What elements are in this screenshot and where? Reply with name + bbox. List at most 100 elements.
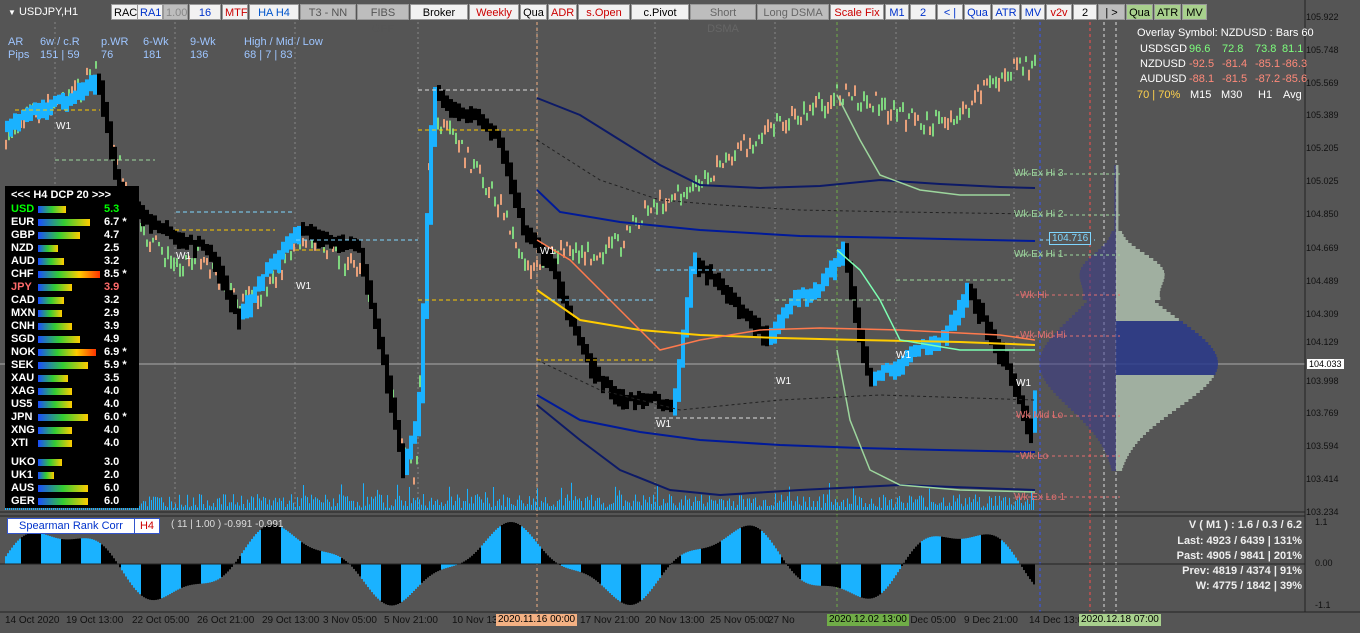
toolbar-button-adr[interactable]: ADR (548, 4, 577, 20)
toolbar-button-m1[interactable]: M1 (885, 4, 909, 20)
price-tick: 105.205 (1306, 143, 1339, 153)
overlay-symbol: AUDUSD (1140, 73, 1187, 85)
spearman-bar (263, 527, 265, 564)
spearman-params: ( 11 | 1.00 ) -0.991 -0.991 (171, 519, 284, 530)
toolbar-button-2[interactable]: 2 (910, 4, 936, 20)
toolbar-button-t3-nn[interactable]: T3 - NN (300, 4, 356, 20)
spearman-bar (131, 564, 133, 586)
overlay-value: -85.1 (1255, 58, 1281, 70)
ha-candle (773, 321, 777, 344)
spearman-bar (895, 564, 897, 576)
spearman-bar (105, 548, 107, 564)
toolbar-button-mv[interactable]: MV (1182, 4, 1207, 20)
spearman-bar (185, 564, 187, 587)
spearman-bar (71, 539, 73, 564)
toolbar-button-16[interactable]: 16 (189, 4, 221, 20)
volume-bar (141, 503, 142, 510)
toolbar-button-qua[interactable]: Qua (964, 4, 991, 20)
spearman-bar (967, 537, 969, 564)
overlay-footer-avg[interactable]: Avg (1283, 89, 1302, 101)
volume-bar (529, 496, 530, 510)
price-tick: 105.748 (1306, 45, 1339, 55)
triangle-down-icon: ▼ (8, 8, 16, 17)
volume-profile-bar (1114, 189, 1116, 192)
volume-bar (195, 504, 196, 510)
ha-candle (497, 130, 501, 148)
dcp-header[interactable]: <<< H4 DCP 20 >>> (11, 189, 145, 202)
volume-bar (367, 496, 368, 510)
toolbar-button-2[interactable]: 2 (1073, 4, 1097, 20)
toolbar-button-broker[interactable]: Broker (410, 4, 468, 20)
ha-candle (869, 367, 873, 387)
overlay-footer-h1[interactable]: H1 (1258, 89, 1272, 101)
spearman-bar (595, 564, 597, 581)
volume-profile-bar (1070, 408, 1116, 411)
toolbar-button-mtf[interactable]: MTF (222, 4, 248, 20)
ha-candle (37, 102, 41, 120)
dcp-value: 6.7 * (104, 216, 127, 228)
toolbar-button-qua[interactable]: Qua (520, 4, 547, 20)
volume-bar (699, 501, 700, 510)
volume-bar (765, 499, 766, 510)
price-candle (1016, 57, 1018, 71)
dcp-currency: SEK (11, 359, 34, 371)
spearman-bar (357, 564, 359, 574)
spearman-bar (43, 534, 45, 564)
spearman-bar (367, 564, 369, 588)
toolbar-button-fibs-off[interactable]: FIBS OFF (357, 4, 409, 35)
time-tick: 29 Oct 13:00 (262, 615, 320, 626)
ha-candle (493, 125, 497, 139)
toolbar-button-v2v[interactable]: v2v (1046, 4, 1072, 20)
volume-bar (341, 484, 342, 510)
volume-stat-last: Last: 4923 / 6439 | 131% (1177, 535, 1302, 547)
toolbar-button-atr[interactable]: ATR (1154, 4, 1181, 20)
toolbar-button-ra1[interactable]: RA1 (137, 4, 163, 20)
price-candle (836, 84, 838, 89)
toolbar-button-weekly[interactable]: Weekly (469, 4, 519, 20)
volume-bar (865, 503, 866, 510)
spearman-title[interactable]: Spearman Rank Corr (7, 518, 135, 534)
toolbar-button-[interactable]: < | (937, 4, 963, 20)
volume-bar (413, 497, 414, 510)
volume-bar (853, 486, 854, 510)
overlay-footer-m30[interactable]: M30 (1221, 89, 1242, 101)
toolbar-button-mv[interactable]: MV (1021, 4, 1045, 20)
spearman-bar (923, 539, 925, 564)
toolbar-button-atr[interactable]: ATR (992, 4, 1020, 20)
volume-bar (573, 500, 574, 510)
volume-bar (837, 502, 838, 510)
overlay-footer-m15[interactable]: M15 (1190, 89, 1211, 101)
volume-profile-bar (1104, 450, 1116, 453)
ha-candle (153, 215, 157, 230)
volume-bar (1011, 504, 1012, 510)
toolbar-button-short-dsma[interactable]: Short DSMA (690, 4, 756, 35)
price-candle (959, 107, 961, 121)
spearman-bar (89, 538, 91, 564)
toolbar-button-s-open[interactable]: s.Open (578, 4, 630, 20)
spearman-tf[interactable]: H4 (134, 518, 160, 534)
spearman-bar (341, 558, 343, 564)
spearman-bar (585, 564, 587, 575)
toolbar-button-long-dsma[interactable]: Long DSMA (757, 4, 829, 20)
spearman-bar (603, 564, 605, 588)
ha-candle (949, 314, 953, 331)
toolbar-button-scale-fix[interactable]: Scale Fix (830, 4, 884, 20)
spearman-bar (525, 529, 527, 564)
toolbar-button-1-00[interactable]: 1.00 (163, 4, 188, 20)
toolbar-button-ha-h4[interactable]: HA H4 (249, 4, 299, 20)
spearman-bar (913, 548, 915, 564)
volume-profile-bar (1116, 195, 1119, 198)
spearman-bar (141, 564, 143, 596)
price-candle (458, 140, 460, 153)
volume-profile-bar (1114, 192, 1116, 195)
volume-bar (409, 486, 410, 510)
spearman-bar (957, 538, 959, 564)
toolbar-button-qua[interactable]: Qua (1126, 4, 1153, 20)
toolbar-button-rac[interactable]: RAC (111, 4, 138, 20)
price-candle (770, 122, 772, 129)
volume-bar (651, 503, 652, 510)
spearman-bar (209, 564, 211, 583)
toolbar-button-[interactable]: | > (1098, 4, 1125, 20)
toolbar-button-c-pivot[interactable]: c.Pivot (631, 4, 689, 20)
price-candle (344, 263, 346, 277)
